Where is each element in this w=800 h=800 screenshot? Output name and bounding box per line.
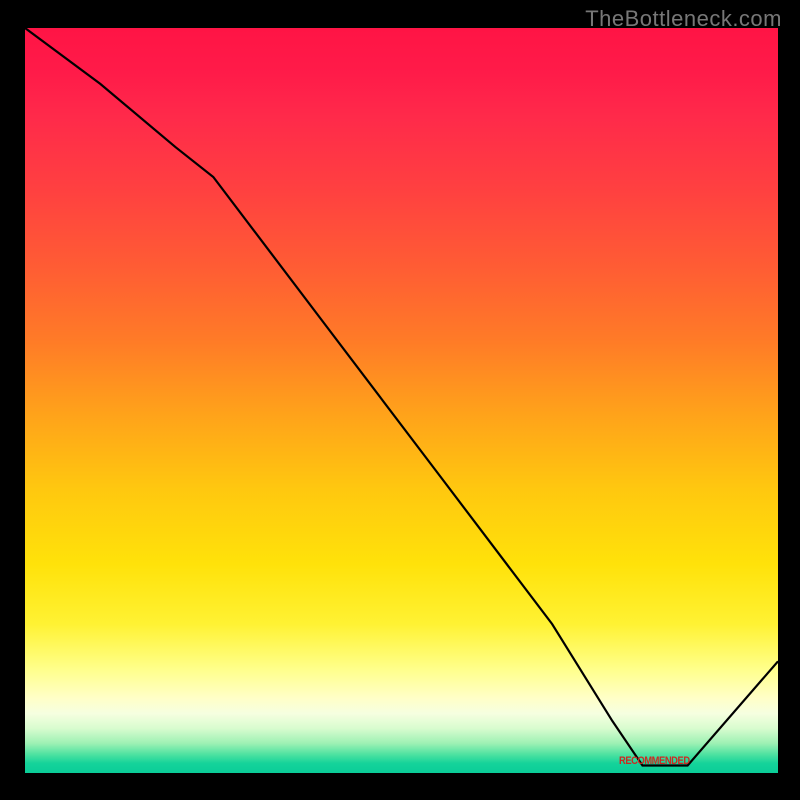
chart-container: TheBottleneck.com RECOMMENDED [0, 0, 800, 800]
bottleneck-curve [25, 28, 778, 773]
recommended-label: RECOMMENDED [619, 755, 690, 767]
curve-path [25, 28, 778, 766]
plot-area: RECOMMENDED [25, 28, 778, 773]
